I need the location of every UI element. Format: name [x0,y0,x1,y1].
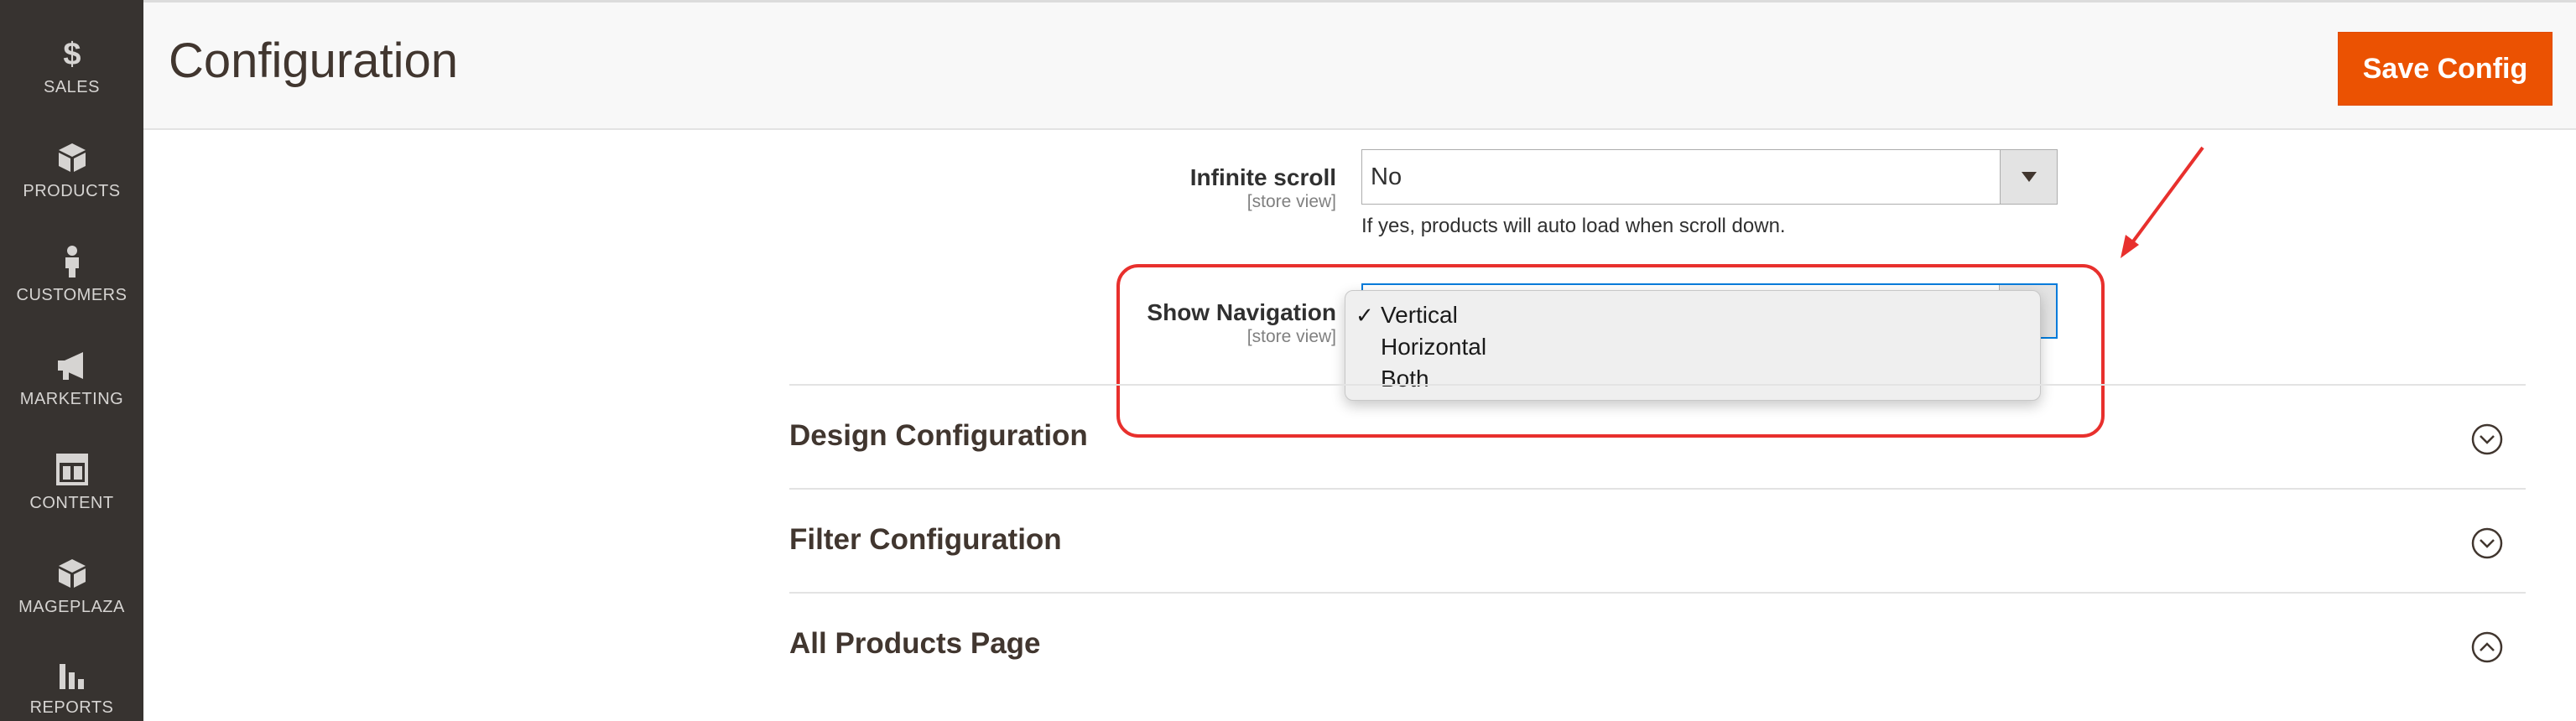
sidebar-item-content[interactable]: CONTENT [0,433,143,532]
infinite-scroll-select[interactable]: No [1361,149,2058,205]
cube-icon [58,143,86,172]
infinite-scroll-label: Infinite scroll [1189,164,1336,190]
sidebar-item-label: REPORTS [29,698,114,717]
svg-text:$: $ [63,37,81,70]
sidebar-item-customers[interactable]: CUSTOMERS [0,225,143,324]
person-icon [65,246,79,278]
app-window: $ SALES PRODUCTS CUSTOMERS MARKETING CON… [0,0,2576,721]
bar-chart-icon [59,664,84,689]
sidebar-item-mageplaza[interactable]: MAGEPLAZA [0,537,143,635]
chevron-down-icon[interactable] [2470,423,2504,456]
section-design-configuration[interactable]: Design Configuration [789,384,2526,488]
infinite-scroll-scope: [store view] [1246,192,1336,211]
sidebar-item-label: MAGEPLAZA [18,598,125,616]
megaphone-icon [57,352,83,380]
admin-sidebar: $ SALES PRODUCTS CUSTOMERS MARKETING CON… [0,0,143,721]
dropdown-toggle[interactable] [2000,150,2057,204]
infinite-scroll-value: No [1371,163,1402,190]
caret-down-icon [2021,172,2037,182]
page-header: Configuration Save Config [143,3,2576,130]
sidebar-item-label: CUSTOMERS [16,286,127,304]
sidebar-item-label: MARKETING [19,390,124,408]
chevron-down-icon[interactable] [2470,526,2504,560]
save-config-button[interactable]: Save Config [2338,32,2553,106]
section-title: Filter Configuration [789,523,1062,556]
sidebar-item-marketing[interactable]: MARKETING [0,329,143,428]
sidebar-item-sales[interactable]: $ SALES [0,17,143,116]
section-filter-configuration[interactable]: Filter Configuration [789,488,2526,592]
layout-icon [55,454,88,485]
sidebar-item-reports[interactable]: REPORTS [0,637,143,721]
sidebar-item-label: SALES [44,78,100,96]
section-title: All Products Page [789,627,1041,660]
sidebar-item-label: PRODUCTS [23,182,121,200]
chevron-up-icon[interactable] [2470,630,2504,664]
cube-icon [58,559,86,588]
section-all-products-page[interactable]: All Products Page [789,592,2526,696]
section-title: Design Configuration [789,419,1088,452]
dollar-icon: $ [63,37,81,70]
annotation-arrow-icon [2121,146,2204,258]
sidebar-item-products[interactable]: PRODUCTS [0,121,143,220]
page-title: Configuration [169,34,458,88]
infinite-scroll-note: If yes, products will auto load when scr… [1361,215,1786,237]
sidebar-item-label: CONTENT [29,494,114,512]
